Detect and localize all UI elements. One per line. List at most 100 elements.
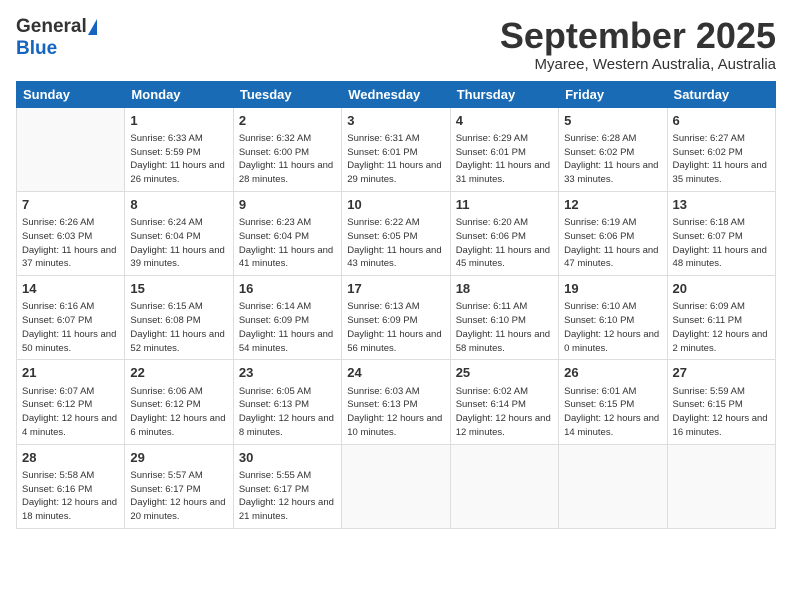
day-number: 28	[22, 449, 119, 467]
calendar-day-cell: 4 Sunrise: 6:29 AMSunset: 6:01 PMDaylight…	[450, 107, 558, 191]
title-block: September 2025 Myaree, Western Australia…	[500, 16, 776, 73]
day-number: 6	[673, 112, 770, 130]
calendar-day-cell: 3Sunrise: 6:31 AMSunset: 6:01 PMDaylight…	[342, 107, 450, 191]
calendar-day-cell: 24 Sunrise: 6:03 AMSunset: 6:13 PMDayligh…	[342, 360, 450, 444]
calendar-day-cell	[667, 444, 775, 528]
day-number: 21	[22, 364, 119, 382]
day-info: Sunrise: 6:07 AMSunset: 6:12 PMDaylight:…	[22, 385, 119, 440]
day-info: Sunrise: 6:31 AMSunset: 6:01 PMDaylight:…	[347, 132, 444, 187]
day-info: Sunrise: 6:14 AMSunset: 6:09 PMDaylight:…	[239, 300, 336, 355]
page-header: General Blue September 2025 Myaree, West…	[16, 16, 776, 73]
day-number: 20	[673, 280, 770, 298]
calendar-day-cell: 12Sunrise: 6:19 AMSunset: 6:06 PMDayligh…	[559, 191, 667, 275]
calendar-day-cell: 14Sunrise: 6:16 AMSunset: 6:07 PMDayligh…	[17, 276, 125, 360]
calendar-day-cell: 11 Sunrise: 6:20 AMSunset: 6:06 PMDayligh…	[450, 191, 558, 275]
calendar-week-row: 14Sunrise: 6:16 AMSunset: 6:07 PMDayligh…	[17, 276, 776, 360]
calendar-day-cell: 27 Sunrise: 5:59 AMSunset: 6:15 PMDayligh…	[667, 360, 775, 444]
day-info: Sunrise: 6:33 AMSunset: 5:59 PMDaylight:…	[130, 132, 227, 187]
day-number: 24	[347, 364, 444, 382]
day-number: 23	[239, 364, 336, 382]
calendar-day-cell: 19 Sunrise: 6:10 AMSunset: 6:10 PMDayligh…	[559, 276, 667, 360]
day-info: Sunrise: 6:03 AMSunset: 6:13 PMDaylight:…	[347, 385, 444, 440]
day-number: 18	[456, 280, 553, 298]
day-number: 4	[456, 112, 553, 130]
calendar-day-cell	[559, 444, 667, 528]
calendar-day-cell: 2Sunrise: 6:32 AMSunset: 6:00 PMDaylight…	[233, 107, 341, 191]
month-title: September 2025	[500, 16, 776, 56]
calendar-day-cell: 20Sunrise: 6:09 AMSunset: 6:11 PMDayligh…	[667, 276, 775, 360]
day-number: 8	[130, 196, 227, 214]
day-number: 27	[673, 364, 770, 382]
calendar-day-cell: 28Sunrise: 5:58 AMSunset: 6:16 PMDayligh…	[17, 444, 125, 528]
calendar-day-cell: 22 Sunrise: 6:06 AMSunset: 6:12 PMDayligh…	[125, 360, 233, 444]
day-number: 25	[456, 364, 553, 382]
weekday-header: Sunday	[17, 81, 125, 107]
logo-general: General	[16, 16, 87, 38]
day-info: Sunrise: 6:10 AMSunset: 6:10 PMDaylight:…	[564, 300, 661, 355]
calendar-week-row: 28Sunrise: 5:58 AMSunset: 6:16 PMDayligh…	[17, 444, 776, 528]
calendar-table: SundayMondayTuesdayWednesdayThursdayFrid…	[16, 81, 776, 529]
calendar-day-cell: 16 Sunrise: 6:14 AMSunset: 6:09 PMDayligh…	[233, 276, 341, 360]
calendar-day-cell	[17, 107, 125, 191]
day-number: 16	[239, 280, 336, 298]
weekday-header: Wednesday	[342, 81, 450, 107]
day-number: 26	[564, 364, 661, 382]
day-number: 9	[239, 196, 336, 214]
day-info: Sunrise: 6:02 AMSunset: 6:14 PMDaylight:…	[456, 385, 553, 440]
day-number: 13	[673, 196, 770, 214]
day-number: 19	[564, 280, 661, 298]
day-number: 11	[456, 196, 553, 214]
calendar-day-cell: 1 Sunrise: 6:33 AMSunset: 5:59 PMDaylight…	[125, 107, 233, 191]
calendar-day-cell: 7 Sunrise: 6:26 AMSunset: 6:03 PMDaylight…	[17, 191, 125, 275]
weekday-header: Friday	[559, 81, 667, 107]
day-info: Sunrise: 5:59 AMSunset: 6:15 PMDaylight:…	[673, 385, 770, 440]
day-info: Sunrise: 6:29 AMSunset: 6:01 PMDaylight:…	[456, 132, 553, 187]
calendar-day-cell: 30Sunrise: 5:55 AMSunset: 6:17 PMDayligh…	[233, 444, 341, 528]
calendar-day-cell	[450, 444, 558, 528]
calendar-day-cell: 17Sunrise: 6:13 AMSunset: 6:09 PMDayligh…	[342, 276, 450, 360]
day-info: Sunrise: 6:24 AMSunset: 6:04 PMDaylight:…	[130, 216, 227, 271]
calendar-day-cell: 15 Sunrise: 6:15 AMSunset: 6:08 PMDayligh…	[125, 276, 233, 360]
calendar-day-cell: 6Sunrise: 6:27 AMSunset: 6:02 PMDaylight…	[667, 107, 775, 191]
calendar-day-cell: 10 Sunrise: 6:22 AMSunset: 6:05 PMDayligh…	[342, 191, 450, 275]
calendar-day-cell	[342, 444, 450, 528]
weekday-header: Saturday	[667, 81, 775, 107]
day-info: Sunrise: 6:15 AMSunset: 6:08 PMDaylight:…	[130, 300, 227, 355]
day-info: Sunrise: 6:13 AMSunset: 6:09 PMDaylight:…	[347, 300, 444, 355]
weekday-header: Tuesday	[233, 81, 341, 107]
calendar-week-row: 1 Sunrise: 6:33 AMSunset: 5:59 PMDaylight…	[17, 107, 776, 191]
day-info: Sunrise: 6:06 AMSunset: 6:12 PMDaylight:…	[130, 385, 227, 440]
day-number: 30	[239, 449, 336, 467]
weekday-header: Thursday	[450, 81, 558, 107]
day-info: Sunrise: 6:20 AMSunset: 6:06 PMDaylight:…	[456, 216, 553, 271]
logo: General Blue	[16, 16, 97, 60]
day-info: Sunrise: 6:11 AMSunset: 6:10 PMDaylight:…	[456, 300, 553, 355]
day-number: 7	[22, 196, 119, 214]
day-number: 5	[564, 112, 661, 130]
day-number: 12	[564, 196, 661, 214]
calendar-day-cell: 21 Sunrise: 6:07 AMSunset: 6:12 PMDayligh…	[17, 360, 125, 444]
calendar-header-row: SundayMondayTuesdayWednesdayThursdayFrid…	[17, 81, 776, 107]
logo-triangle-icon	[88, 19, 97, 35]
calendar-day-cell: 13 Sunrise: 6:18 AMSunset: 6:07 PMDayligh…	[667, 191, 775, 275]
day-number: 1	[130, 112, 227, 130]
day-number: 10	[347, 196, 444, 214]
day-info: Sunrise: 6:16 AMSunset: 6:07 PMDaylight:…	[22, 300, 119, 355]
day-number: 15	[130, 280, 227, 298]
day-info: Sunrise: 6:23 AMSunset: 6:04 PMDaylight:…	[239, 216, 336, 271]
day-info: Sunrise: 5:57 AMSunset: 6:17 PMDaylight:…	[130, 469, 227, 524]
calendar-week-row: 21 Sunrise: 6:07 AMSunset: 6:12 PMDayligh…	[17, 360, 776, 444]
day-info: Sunrise: 6:26 AMSunset: 6:03 PMDaylight:…	[22, 216, 119, 271]
calendar-day-cell: 8 Sunrise: 6:24 AMSunset: 6:04 PMDaylight…	[125, 191, 233, 275]
day-number: 2	[239, 112, 336, 130]
calendar-day-cell: 9 Sunrise: 6:23 AMSunset: 6:04 PMDaylight…	[233, 191, 341, 275]
day-number: 22	[130, 364, 227, 382]
logo-blue: Blue	[16, 38, 57, 60]
calendar-week-row: 7 Sunrise: 6:26 AMSunset: 6:03 PMDaylight…	[17, 191, 776, 275]
day-info: Sunrise: 6:18 AMSunset: 6:07 PMDaylight:…	[673, 216, 770, 271]
day-info: Sunrise: 6:05 AMSunset: 6:13 PMDaylight:…	[239, 385, 336, 440]
weekday-header: Monday	[125, 81, 233, 107]
day-info: Sunrise: 6:22 AMSunset: 6:05 PMDaylight:…	[347, 216, 444, 271]
calendar-day-cell: 26Sunrise: 6:01 AMSunset: 6:15 PMDayligh…	[559, 360, 667, 444]
calendar-day-cell: 18 Sunrise: 6:11 AMSunset: 6:10 PMDayligh…	[450, 276, 558, 360]
